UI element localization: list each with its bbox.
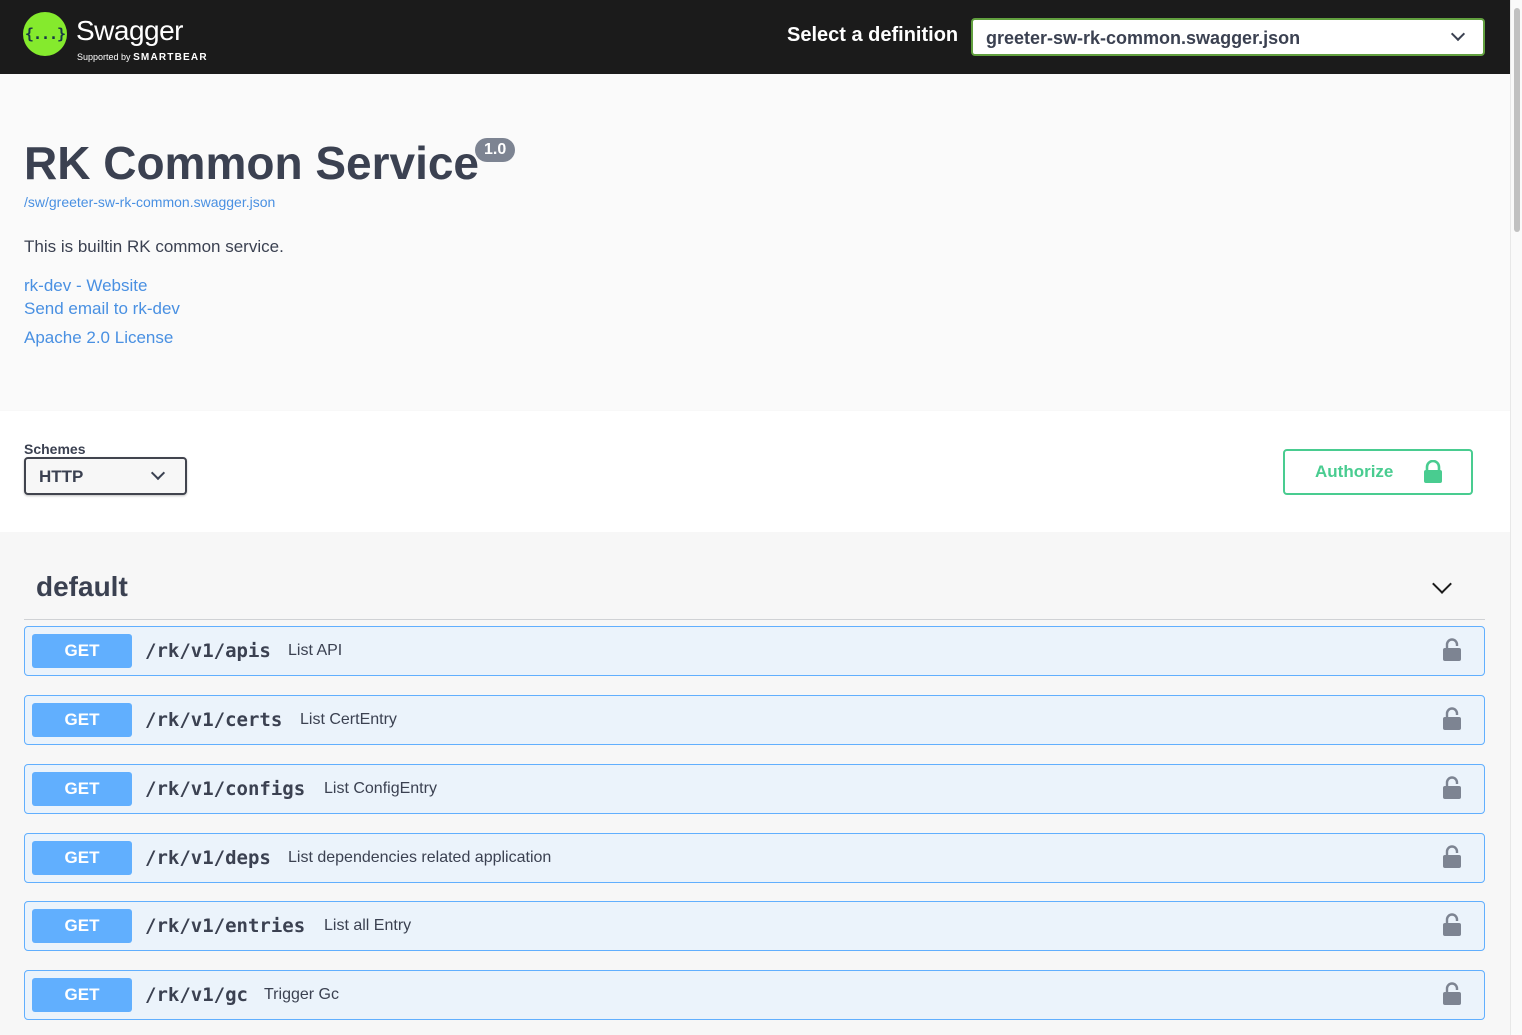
unlocked-icon[interactable] (1442, 982, 1462, 1006)
operation-row[interactable]: GET /rk/v1/configs List ConfigEntry (24, 764, 1485, 814)
info-section: RK Common Service 1.0 /sw/greeter-sw-rk-… (0, 74, 1510, 411)
page-title: RK Common Service (24, 137, 480, 189)
logo-supported-by: Supported by SMARTBEAR (77, 52, 208, 63)
operation-path: /rk/v1/gc (145, 984, 248, 1006)
authorize-button[interactable]: Authorize (1283, 449, 1473, 495)
lock-icon (1424, 460, 1442, 483)
tag-header-default[interactable]: default (24, 567, 1485, 620)
definition-select-value: greeter-sw-rk-common.swagger.json (986, 28, 1301, 48)
schemes-select[interactable]: HTTP (24, 457, 187, 495)
operation-summary: Trigger Gc (264, 986, 339, 1003)
operation-path: /rk/v1/entries (145, 915, 306, 937)
method-badge: GET (32, 909, 132, 943)
definition-label: Select a definition (787, 24, 959, 46)
operation-row[interactable]: GET /rk/v1/gc Trigger Gc (24, 970, 1485, 1020)
method-badge: GET (32, 634, 132, 668)
swagger-logo-icon: {...} (23, 12, 67, 56)
method-badge: GET (32, 703, 132, 737)
operation-summary: List API (288, 642, 343, 659)
unlocked-icon[interactable] (1442, 913, 1462, 937)
service-description: This is builtin RK common service. (24, 237, 284, 256)
website-link[interactable]: rk-dev - Website (24, 276, 147, 296)
method-badge: GET (32, 772, 132, 806)
page-scrollbar[interactable] (1510, 0, 1522, 1035)
chevron-down-icon (150, 465, 166, 481)
swagger-logo[interactable]: {...} Swagger Supported by SMARTBEAR (23, 12, 223, 64)
chevron-down-icon (1450, 26, 1466, 42)
unlocked-icon[interactable] (1442, 776, 1462, 800)
unlocked-icon[interactable] (1442, 638, 1462, 662)
operation-row[interactable]: GET /rk/v1/certs List CertEntry (24, 695, 1485, 745)
operation-summary: List dependencies related application (288, 849, 552, 866)
operation-row[interactable]: GET /rk/v1/deps List dependencies relate… (24, 833, 1485, 883)
tag-name: default (36, 571, 128, 602)
operation-summary: List all Entry (324, 917, 412, 934)
logo-supported-text: Supported by (77, 52, 131, 62)
logo-brand-text: SMARTBEAR (133, 52, 208, 63)
email-link[interactable]: Send email to rk-dev (24, 299, 180, 319)
method-badge: GET (32, 841, 132, 875)
operation-path: /rk/v1/apis (145, 640, 271, 662)
logo-glyph: {...} (24, 25, 66, 43)
version-badge: 1.0 (475, 138, 516, 162)
schemes-label: Schemes (24, 441, 86, 457)
chevron-down-icon[interactable] (1432, 574, 1452, 594)
scrollbar-thumb[interactable] (1514, 8, 1520, 232)
license-link[interactable]: Apache 2.0 License (24, 328, 173, 348)
definition-select[interactable]: greeter-sw-rk-common.swagger.json (971, 18, 1485, 56)
operation-path: /rk/v1/deps (145, 847, 271, 869)
operation-row[interactable]: GET /rk/v1/entries List all Entry (24, 901, 1485, 951)
authorize-label: Authorize (1315, 462, 1394, 481)
method-badge: GET (32, 978, 132, 1012)
scheme-container: Schemes HTTP Authorize (0, 411, 1510, 532)
operation-summary: List ConfigEntry (324, 780, 437, 797)
topbar: {...} Swagger Supported by SMARTBEAR Sel… (0, 0, 1510, 74)
operation-summary: List CertEntry (300, 711, 397, 728)
unlocked-icon[interactable] (1442, 845, 1462, 869)
operation-path: /rk/v1/configs (145, 778, 306, 800)
operations-wrapper: default GET /rk/v1/apis List API GET /rk… (0, 532, 1510, 1035)
unlocked-icon[interactable] (1442, 707, 1462, 731)
spec-url-link[interactable]: /sw/greeter-sw-rk-common.swagger.json (24, 194, 275, 210)
operation-row[interactable]: GET /rk/v1/apis List API (24, 626, 1485, 676)
operation-path: /rk/v1/certs (145, 709, 283, 731)
logo-wordmark: Swagger (76, 15, 184, 46)
schemes-select-value: HTTP (39, 467, 84, 486)
